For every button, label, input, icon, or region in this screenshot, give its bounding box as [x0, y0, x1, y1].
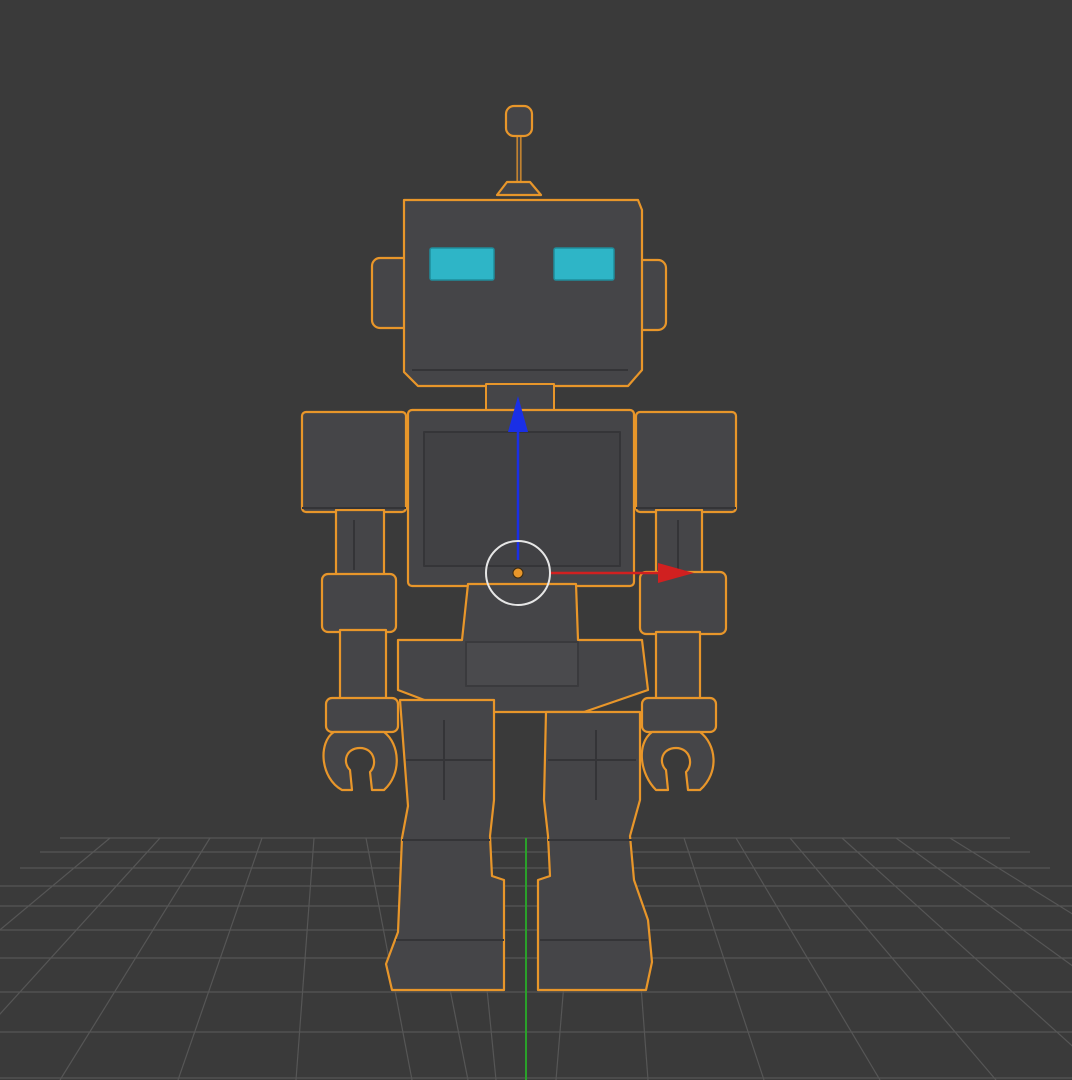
- robot-shoulder-right: [634, 410, 738, 514]
- robot-elbow-left: [320, 572, 398, 634]
- robot-head: [402, 198, 644, 388]
- robot-eye-right: [553, 247, 615, 281]
- robot-hand-right: [640, 730, 715, 792]
- floor-grid: [0, 837, 1072, 1080]
- robot-shoulder-left: [300, 410, 408, 514]
- 3d-viewport[interactable]: [0, 0, 1072, 1080]
- robot-hand-left: [322, 730, 398, 792]
- object-origin-dot: [512, 567, 524, 579]
- robot-antenna-tip: [504, 104, 534, 138]
- robot-upper-arm-left: [334, 508, 386, 582]
- robot-forearm-left: [338, 628, 388, 704]
- robot-forearm-right: [654, 630, 702, 704]
- robot-elbow-right: [638, 570, 728, 636]
- viewport-canvas[interactable]: [0, 0, 1072, 1080]
- robot-eye-left: [429, 247, 495, 281]
